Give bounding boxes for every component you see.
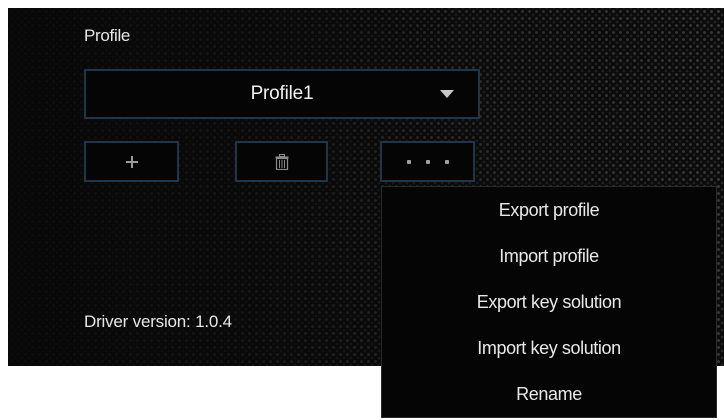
stage: Profile Profile1 Driver version: 1.0.4 E…	[0, 0, 724, 420]
more-options-button[interactable]	[380, 141, 475, 182]
dot	[425, 159, 430, 164]
chevron-down-icon	[440, 90, 454, 98]
menu-item-import-key-solution[interactable]: Import key solution	[382, 325, 716, 371]
trash-icon	[275, 153, 288, 170]
plus-icon	[125, 155, 138, 168]
dot	[406, 159, 411, 164]
add-profile-button[interactable]	[84, 141, 179, 182]
profile-dropdown[interactable]: Profile1	[84, 69, 480, 119]
dot	[444, 159, 449, 164]
more-options-menu: Export profile Import profile Export key…	[381, 186, 717, 418]
delete-profile-button[interactable]	[235, 141, 328, 182]
more-dots-icon	[406, 159, 449, 164]
driver-version-text: Driver version: 1.0.4	[84, 312, 232, 331]
profile-label: Profile	[84, 26, 131, 45]
profile-selected-value: Profile1	[250, 83, 314, 104]
menu-item-export-profile[interactable]: Export profile	[382, 187, 716, 233]
menu-item-import-profile[interactable]: Import profile	[382, 233, 716, 279]
menu-item-export-key-solution[interactable]: Export key solution	[382, 279, 716, 325]
menu-item-rename[interactable]: Rename	[382, 371, 716, 417]
